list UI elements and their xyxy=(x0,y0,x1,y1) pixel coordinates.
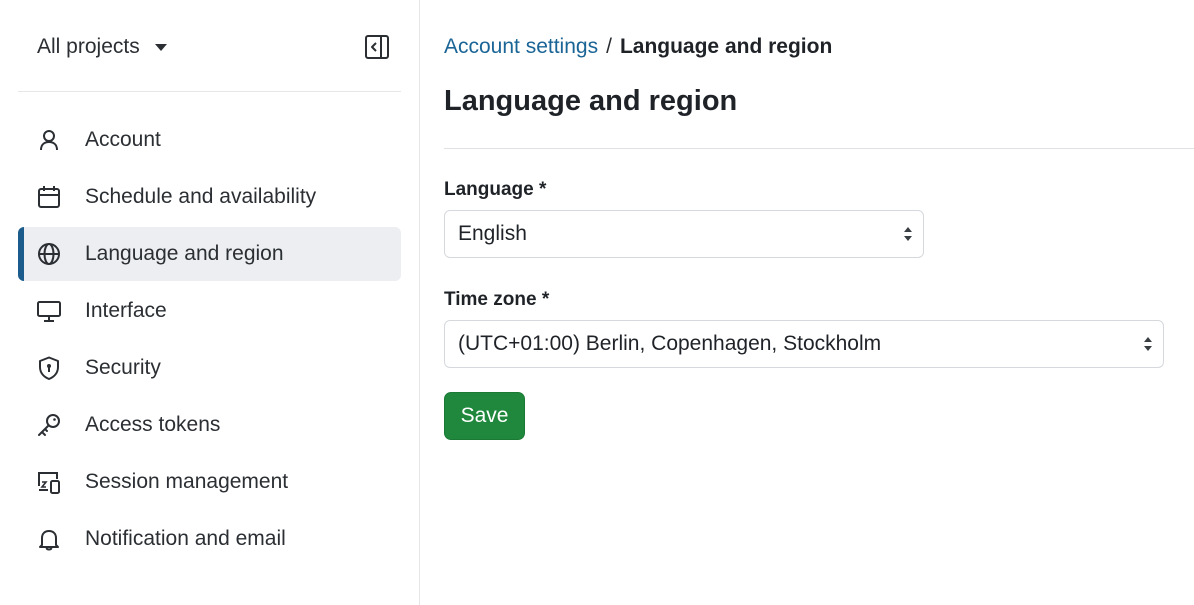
sidebar-item-schedule[interactable]: Schedule and availability xyxy=(18,170,401,224)
sidebar-item-notification-email[interactable]: Notification and email xyxy=(18,512,401,566)
select-arrows-icon xyxy=(904,227,912,241)
project-selector-label: All projects xyxy=(37,35,140,58)
breadcrumb-separator: / xyxy=(606,35,612,58)
sidebar-item-access-tokens[interactable]: Access tokens xyxy=(18,398,401,452)
sidebar-item-label: Account xyxy=(85,128,161,151)
select-arrows-icon xyxy=(1144,337,1152,351)
title-divider xyxy=(444,148,1194,149)
project-header: All projects xyxy=(18,18,401,76)
settings-nav: Account Schedule and availability Langua… xyxy=(18,113,401,569)
language-label: Language * xyxy=(444,179,547,200)
page-title: Language and region xyxy=(444,85,738,117)
breadcrumb-current: Language and region xyxy=(619,35,833,58)
project-selector[interactable]: All projects xyxy=(37,35,167,59)
globe-icon xyxy=(36,241,62,267)
sidebar-item-label: Session management xyxy=(85,470,289,493)
sidebar-collapse-icon xyxy=(365,35,389,59)
sidebar-item-interface[interactable]: Interface xyxy=(18,284,401,338)
breadcrumb-account-settings-link[interactable]: Account settings xyxy=(444,35,598,59)
timezone-select[interactable]: (UTC+01:00) Berlin, Copenhagen, Stockhol… xyxy=(444,320,1164,368)
calendar-icon xyxy=(36,184,62,210)
key-icon xyxy=(36,412,62,438)
sidebar-item-session-management[interactable]: Session management xyxy=(18,455,401,509)
devices-icon xyxy=(36,469,62,495)
sidebar-item-label: Schedule and availability xyxy=(85,185,317,208)
person-icon xyxy=(36,127,62,153)
sidebar-item-label: Notification and email xyxy=(85,527,286,550)
sidebar-divider xyxy=(18,91,401,92)
language-select-value: English xyxy=(458,222,527,245)
save-button[interactable]: Save xyxy=(444,392,525,440)
timezone-select-value: (UTC+01:00) Berlin, Copenhagen, Stockhol… xyxy=(458,332,882,355)
caret-down-icon xyxy=(154,43,167,51)
sidebar-item-label: Security xyxy=(85,356,161,379)
breadcrumb: Account settings / Language and region xyxy=(444,35,832,59)
language-select[interactable]: English xyxy=(444,210,924,258)
sidebar-item-account[interactable]: Account xyxy=(18,113,401,167)
collapse-sidebar-button[interactable] xyxy=(364,34,390,60)
sidebar: All projects Account Schedule and availa… xyxy=(0,0,420,605)
bell-icon xyxy=(36,526,62,552)
sidebar-item-label: Access tokens xyxy=(85,413,221,436)
monitor-icon xyxy=(36,298,62,324)
main-content: Account settings / Language and region L… xyxy=(444,0,1194,605)
sidebar-item-label: Language and region xyxy=(85,242,284,265)
timezone-label: Time zone * xyxy=(444,289,550,310)
sidebar-item-label: Interface xyxy=(85,299,167,322)
sidebar-item-language-region[interactable]: Language and region xyxy=(18,227,401,281)
sidebar-item-security[interactable]: Security xyxy=(18,341,401,395)
shield-icon xyxy=(36,355,62,381)
